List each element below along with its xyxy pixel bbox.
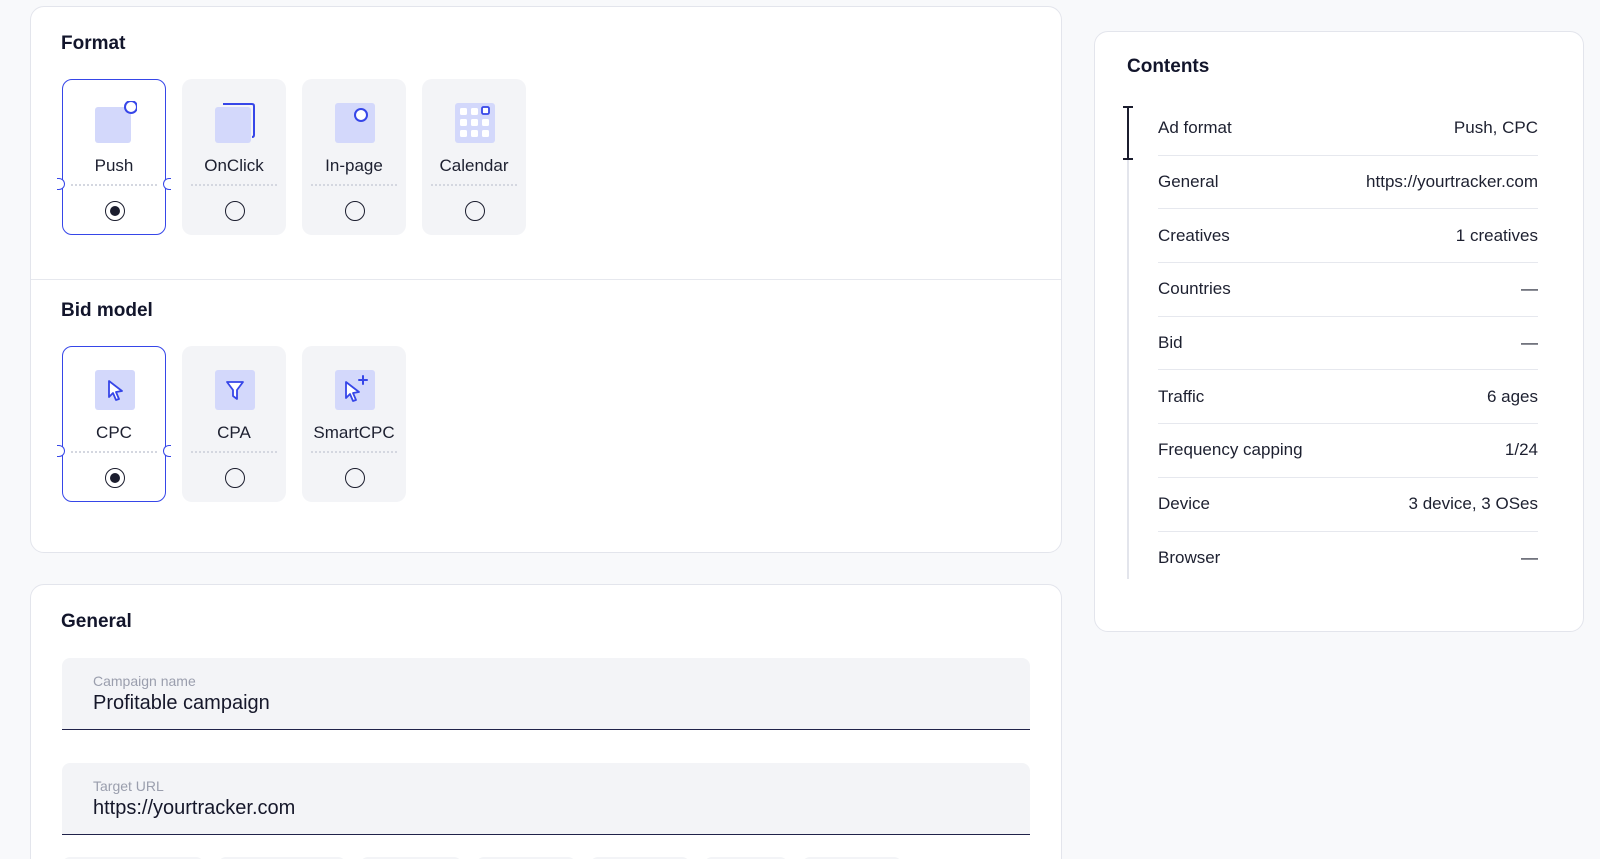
bid-option-smartcpc[interactable]: SmartCPC — [302, 346, 406, 502]
general-card: General Campaign name Target URL — [30, 584, 1062, 859]
contents-row-creatives[interactable]: Creatives 1 creatives — [1158, 209, 1538, 264]
campaign-name-input[interactable] — [93, 692, 993, 715]
format-card: Format Push OnClick In-page Calendar Bid… — [30, 6, 1062, 553]
contents-list: Ad format Push, CPC General https://your… — [1158, 102, 1538, 585]
format-radio-calendar[interactable] — [465, 201, 485, 221]
bid-option-cpc[interactable]: CPC — [57, 346, 171, 502]
row-value: 1/24 — [1504, 440, 1538, 460]
row-label: Traffic — [1158, 386, 1205, 406]
bid-option-label: CPA — [217, 423, 251, 442]
bid-model-title: Bid model — [61, 300, 153, 321]
campaign-name-label: Campaign name — [93, 673, 196, 689]
row-label: Browser — [1158, 548, 1221, 568]
target-url-label: Target URL — [93, 778, 164, 794]
calendar-icon — [455, 103, 495, 143]
bid-option-cpa[interactable]: CPA — [182, 346, 286, 502]
contents-row-traffic[interactable]: Traffic 6 ages — [1158, 370, 1538, 425]
row-label: Device — [1158, 494, 1210, 514]
row-label: Ad format — [1158, 118, 1232, 138]
target-url-field[interactable]: Target URL — [62, 763, 1030, 835]
format-option-label: In-page — [325, 156, 383, 175]
format-radio-in-page[interactable] — [345, 201, 365, 221]
format-option-label: OnClick — [204, 156, 264, 175]
format-radio-onclick[interactable] — [225, 201, 245, 221]
row-label: Bid — [1158, 333, 1183, 353]
format-option-label: Calendar — [439, 156, 509, 175]
contents-card: Contents Ad format Push, CPC General htt… — [1094, 31, 1584, 632]
campaign-name-field[interactable]: Campaign name — [62, 658, 1030, 730]
contents-row-ad-format[interactable]: Ad format Push, CPC — [1158, 102, 1538, 156]
bid-model-options: CPC CPA SmartCPC — [57, 346, 406, 502]
format-option-calendar[interactable]: Calendar — [422, 79, 526, 235]
row-value: — — [1521, 333, 1538, 353]
bid-option-label: CPC — [96, 423, 132, 442]
row-value: 3 device, 3 OSes — [1408, 494, 1538, 514]
bid-radio-smartcpc[interactable] — [345, 468, 365, 488]
row-label: Countries — [1158, 279, 1231, 299]
general-title: General — [61, 611, 132, 632]
format-radio-push[interactable] — [105, 201, 125, 221]
funnel-icon — [215, 370, 255, 410]
row-label: Frequency capping — [1158, 440, 1303, 460]
row-value: 6 ages — [1486, 386, 1538, 406]
format-option-onclick[interactable]: OnClick — [182, 79, 286, 235]
section-divider — [31, 279, 1061, 280]
contents-row-browser[interactable]: Browser — — [1158, 532, 1538, 586]
contents-progress-marker — [1123, 106, 1133, 160]
format-option-in-page[interactable]: In-page — [302, 79, 406, 235]
in-page-icon — [335, 103, 375, 143]
contents-progress-rail — [1127, 107, 1129, 579]
cursor-icon — [95, 370, 135, 410]
row-label: General — [1158, 172, 1219, 192]
row-value: 1 creatives — [1455, 225, 1538, 245]
onclick-icon — [215, 103, 255, 143]
contents-row-bid[interactable]: Bid — — [1158, 317, 1538, 371]
contents-title: Contents — [1127, 56, 1210, 77]
format-options: Push OnClick In-page Calendar — [57, 79, 526, 235]
row-value: https://yourtracker.com — [1366, 172, 1538, 192]
row-value: — — [1521, 548, 1538, 568]
row-value: Push, CPC — [1453, 118, 1538, 138]
smart-cursor-icon — [335, 370, 375, 410]
contents-row-device[interactable]: Device 3 device, 3 OSes — [1158, 478, 1538, 532]
bid-radio-cpc[interactable] — [105, 468, 125, 488]
contents-row-countries[interactable]: Countries — — [1158, 263, 1538, 317]
contents-row-general[interactable]: General https://yourtracker.com — [1158, 156, 1538, 210]
contents-row-frequency-capping[interactable]: Frequency capping 1/24 — [1158, 424, 1538, 478]
format-title: Format — [61, 33, 126, 54]
push-icon — [95, 101, 137, 143]
bid-option-label: SmartCPC — [313, 423, 395, 442]
row-value: — — [1521, 279, 1538, 299]
format-option-label: Push — [94, 156, 134, 175]
format-option-push[interactable]: Push — [57, 79, 171, 235]
bid-radio-cpa[interactable] — [225, 468, 245, 488]
row-label: Creatives — [1158, 225, 1230, 245]
target-url-input[interactable] — [93, 797, 993, 820]
